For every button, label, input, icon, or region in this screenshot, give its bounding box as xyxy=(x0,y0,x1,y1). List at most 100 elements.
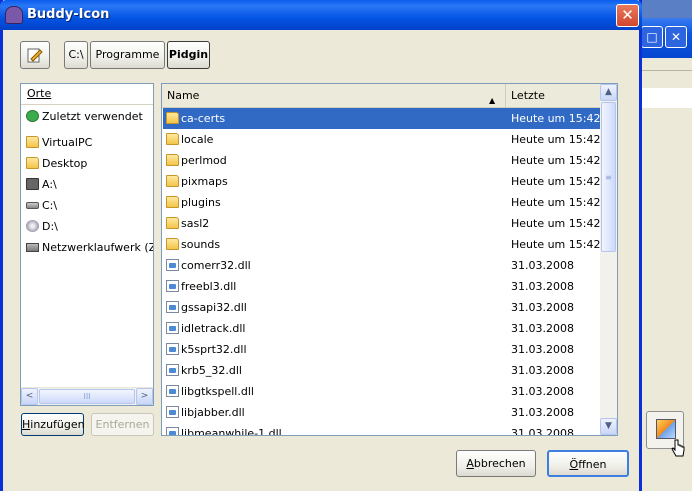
dll-file-icon xyxy=(166,301,179,313)
file-chooser-dialog: Buddy-Icon ✕ C:\ Programme Pidgin Orte Z… xyxy=(0,0,642,491)
places-header[interactable]: Orte xyxy=(21,84,153,105)
close-button[interactable]: ✕ xyxy=(616,4,639,27)
file-row[interactable]: ca-certs Heute um 15:42 xyxy=(163,108,600,129)
add-button[interactable]: Hinzufügen xyxy=(21,413,85,436)
file-modified: Heute um 15:42 xyxy=(511,175,601,188)
file-row[interactable]: pixmaps Heute um 15:42 xyxy=(163,171,600,192)
path-segment-programme[interactable]: Programme xyxy=(90,41,165,69)
column-header-modified[interactable]: Letzte Änderung xyxy=(506,84,601,125)
file-row[interactable]: sounds Heute um 15:42 xyxy=(163,234,600,255)
dll-file-icon xyxy=(166,364,179,376)
file-name: comerr32.dll xyxy=(181,259,251,272)
file-modified: 31.03.2008 xyxy=(511,364,574,377)
file-modified: 31.03.2008 xyxy=(511,280,574,293)
file-row[interactable]: gssapi32.dll 31.03.2008 xyxy=(163,297,600,318)
open-button[interactable]: Öffnen xyxy=(547,450,629,477)
scroll-thumb[interactable]: III xyxy=(39,389,135,404)
file-name: freebl3.dll xyxy=(181,280,237,293)
folder-icon xyxy=(26,157,39,169)
folder-icon xyxy=(26,136,39,148)
hand-cursor-icon xyxy=(671,439,685,457)
dll-file-icon xyxy=(166,322,179,334)
file-list-vertical-scrollbar[interactable]: ▲ ≡ ▼ xyxy=(600,84,617,435)
file-row[interactable]: idletrack.dll 31.03.2008 xyxy=(163,318,600,339)
file-modified: 31.03.2008 xyxy=(511,301,574,314)
folder-icon xyxy=(166,133,179,145)
panel xyxy=(641,88,692,108)
file-modified: 31.03.2008 xyxy=(511,385,574,398)
file-row[interactable]: libmeanwhile-1.dll 31.03.2008 xyxy=(163,423,600,436)
file-name: libmeanwhile-1.dll xyxy=(181,427,282,436)
file-name: locale xyxy=(181,133,214,146)
floppy-drive-icon xyxy=(26,178,39,190)
file-modified: 31.03.2008 xyxy=(511,322,574,335)
folder-icon xyxy=(166,238,179,250)
file-modified: Heute um 15:42 xyxy=(511,238,601,251)
file-name: idletrack.dll xyxy=(181,322,246,335)
place-virtualpc[interactable]: VirtualPC xyxy=(21,132,153,153)
place-d-drive[interactable]: D:\ xyxy=(21,216,153,237)
file-row[interactable]: freebl3.dll 31.03.2008 xyxy=(163,276,600,297)
file-name: perlmod xyxy=(181,154,227,167)
scroll-thumb[interactable]: ≡ xyxy=(601,102,616,252)
scroll-up-button[interactable]: ▲ xyxy=(600,84,617,101)
file-modified: Heute um 15:42 xyxy=(511,133,601,146)
place-desktop[interactable]: Desktop xyxy=(21,153,153,174)
edit-location-button[interactable] xyxy=(20,41,50,69)
file-list: Name ▲ Letzte Änderung ca-certs Heute um … xyxy=(161,83,618,436)
folder-icon xyxy=(166,112,179,124)
file-name: libgtkspell.dll xyxy=(181,385,254,398)
dll-file-icon xyxy=(166,280,179,292)
file-row[interactable]: plugins Heute um 15:42 xyxy=(163,192,600,213)
file-modified: 31.03.2008 xyxy=(511,406,574,419)
file-name: gssapi32.dll xyxy=(181,301,247,314)
folder-icon xyxy=(166,217,179,229)
maximize-button[interactable]: □ xyxy=(641,26,663,48)
place-network-drive[interactable]: Netzwerklaufwerk (Z:\) xyxy=(21,237,153,258)
file-name: k5sprt32.dll xyxy=(181,343,247,356)
file-row[interactable]: sasl2 Heute um 15:42 xyxy=(163,213,600,234)
file-name: plugins xyxy=(181,196,221,209)
file-row[interactable]: krb5_32.dll 31.03.2008 xyxy=(163,360,600,381)
folder-icon xyxy=(166,196,179,208)
file-row[interactable]: k5sprt32.dll 31.03.2008 xyxy=(163,339,600,360)
file-name: krb5_32.dll xyxy=(181,364,242,377)
close-button[interactable]: ✕ xyxy=(665,26,687,48)
file-row[interactable]: libgtkspell.dll 31.03.2008 xyxy=(163,381,600,402)
dll-file-icon xyxy=(166,343,179,355)
dll-file-icon xyxy=(166,259,179,271)
place-c-drive[interactable]: C:\ xyxy=(21,195,153,216)
pidgin-app-icon xyxy=(5,6,23,24)
column-header-name[interactable]: Name ▲ xyxy=(162,84,506,107)
file-modified: Heute um 15:42 xyxy=(511,112,601,125)
cd-drive-icon xyxy=(26,220,39,232)
scroll-left-button[interactable]: < xyxy=(21,388,38,405)
path-segment-c[interactable]: C:\ xyxy=(64,41,88,69)
hard-drive-icon xyxy=(26,202,39,209)
folder-icon xyxy=(166,154,179,166)
file-row[interactable]: perlmod Heute um 15:42 xyxy=(163,150,600,171)
file-name: sounds xyxy=(181,238,221,251)
file-name: ca-certs xyxy=(181,112,226,125)
dll-file-icon xyxy=(166,385,179,397)
file-modified: Heute um 15:42 xyxy=(511,196,601,209)
places-horizontal-scrollbar[interactable]: < III > xyxy=(21,387,153,405)
remove-button[interactable]: Entfernen xyxy=(91,413,154,436)
cancel-button[interactable]: Abbrechen xyxy=(456,450,536,477)
place-recent[interactable]: Zuletzt verwendet xyxy=(21,106,153,127)
folder-icon xyxy=(166,175,179,187)
scroll-down-button[interactable]: ▼ xyxy=(600,418,617,435)
file-row[interactable]: locale Heute um 15:42 xyxy=(163,129,600,150)
file-modified: 31.03.2008 xyxy=(511,343,574,356)
divider xyxy=(641,70,692,71)
file-row[interactable]: libjabber.dll 31.03.2008 xyxy=(163,402,600,423)
titlebar: Buddy-Icon ✕ xyxy=(0,0,642,30)
scroll-right-button[interactable]: > xyxy=(136,388,153,405)
buddy-image-icon xyxy=(656,419,676,439)
dll-file-icon xyxy=(166,406,179,418)
places-panel: Orte Zuletzt verwendet VirtualPC Desktop… xyxy=(20,83,154,406)
file-row[interactable]: comerr32.dll 31.03.2008 xyxy=(163,255,600,276)
place-a-drive[interactable]: A:\ xyxy=(21,174,153,195)
file-modified: 31.03.2008 xyxy=(511,259,574,272)
path-segment-pidgin[interactable]: Pidgin xyxy=(167,41,210,69)
